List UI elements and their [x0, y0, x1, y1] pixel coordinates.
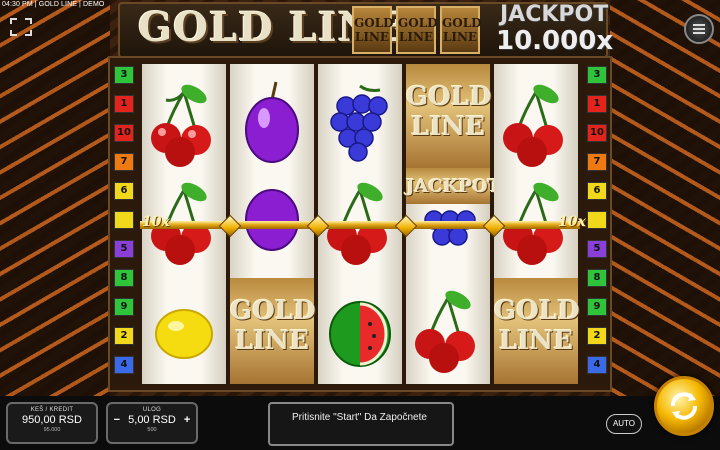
line-marker: 6: [587, 182, 607, 200]
line-marker: 10: [114, 124, 134, 142]
line-marker: 3: [587, 66, 607, 84]
status-bar: 04:30 PM | GOLD LINE | DEMO: [2, 1, 105, 8]
line-marker: 2: [114, 327, 134, 345]
line-marker: 8: [587, 269, 607, 287]
watermelon-icon: [329, 301, 391, 367]
auto-play-button[interactable]: AUTO: [606, 414, 642, 434]
grapes-icon: [330, 84, 388, 162]
gold-line-logo: GOLD LINE: [230, 278, 316, 384]
plum-icon: [245, 81, 299, 163]
line-marker: 10: [587, 124, 607, 142]
gold-logo-word: GOLD: [230, 296, 316, 326]
jackpot-value: 10.000x: [496, 26, 614, 56]
balance-label: KEŠ / KREDIT: [30, 407, 74, 413]
gold-logo-word: LINE: [498, 326, 574, 356]
jackpot-banner-text: JACKPOT: [406, 176, 502, 197]
menu-button[interactable]: [684, 14, 714, 44]
gold-line-logo: GOLD LINE: [406, 64, 492, 168]
mini-logo: GOLD LINE: [440, 6, 482, 54]
grapes-icon: [424, 210, 476, 246]
line-marker: 3: [114, 66, 134, 84]
background-stripes-left: [0, 0, 110, 400]
line-marker: 8: [114, 269, 134, 287]
bet-label: ULOG: [142, 407, 162, 413]
bet-row: − 5,00 RSD +: [108, 414, 196, 426]
message-box: Pritisnite "Start" Da Započnete: [268, 402, 454, 446]
line-marker: 1: [587, 95, 607, 113]
fullscreen-icon[interactable]: [10, 18, 32, 36]
gold-logo-word: GOLD: [494, 296, 580, 326]
mini-logo: GOLD LINE: [352, 6, 394, 54]
cherries-icon: [503, 182, 563, 265]
line-marker: 7: [587, 153, 607, 171]
jackpot-banner: JACKPOT: [406, 168, 502, 204]
cherries-icon: [503, 84, 563, 167]
spin-button[interactable]: [654, 376, 714, 436]
line-marker: 2: [587, 327, 607, 345]
line-marker: 6: [114, 182, 134, 200]
payline-highlight: [140, 221, 580, 229]
balance-panel: KEŠ / KREDIT 950,00 RSD 95.000: [6, 402, 98, 444]
jackpot-label: JACKPOT: [500, 2, 609, 27]
line-marker: 9: [587, 298, 607, 316]
plum-icon: [245, 189, 299, 251]
cherries-icon: [151, 84, 211, 167]
bet-decrease-button[interactable]: −: [114, 414, 120, 426]
background-stripes-right: [610, 0, 720, 400]
balance-credits: 95.000: [43, 427, 61, 433]
hamburger-icon-line: [693, 28, 705, 30]
cherries-icon: [151, 182, 211, 265]
gold-logo-word: LINE: [410, 112, 486, 142]
line-marker: [587, 211, 607, 229]
cherries-icon: [327, 182, 387, 265]
line-marker: 1: [114, 95, 134, 113]
hamburger-icon-line: [693, 32, 705, 34]
bet-increase-button[interactable]: +: [184, 414, 190, 426]
line-marker: 7: [114, 153, 134, 171]
line-marker: 9: [114, 298, 134, 316]
multiplier-right: 10x: [558, 214, 586, 230]
multiplier-left: 10x: [142, 214, 170, 230]
balance-value: 950,00 RSD: [22, 414, 82, 426]
line-marker: [114, 211, 134, 229]
line-marker: 5: [114, 240, 134, 258]
gold-logo-word: LINE: [234, 326, 310, 356]
gold-line-logo: GOLD LINE: [494, 278, 580, 384]
hamburger-icon-line: [693, 24, 705, 26]
line-marker: 4: [587, 356, 607, 374]
bet-credits: 500: [147, 427, 157, 433]
lemon-icon: [155, 309, 213, 359]
spin-arrows-icon: [671, 392, 697, 420]
line-marker: 4: [114, 356, 134, 374]
mini-logo: GOLD LINE: [396, 6, 438, 54]
cherries-icon: [415, 290, 475, 373]
gold-logo-word: GOLD: [406, 82, 492, 112]
bet-panel: ULOG − 5,00 RSD + 500: [106, 402, 198, 444]
bet-value: 5,00 RSD: [128, 414, 176, 426]
line-marker: 5: [587, 240, 607, 258]
